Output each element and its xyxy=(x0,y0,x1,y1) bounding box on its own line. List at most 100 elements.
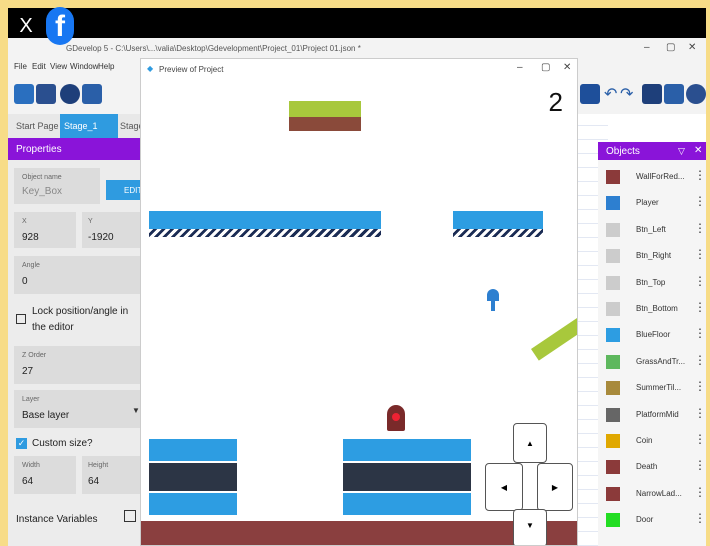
filter-icon[interactable]: ▽ xyxy=(678,146,685,157)
more-options-icon[interactable]: ⋮ xyxy=(694,458,706,472)
menu-file[interactable]: File xyxy=(14,62,27,71)
y-label: Y xyxy=(88,218,93,225)
dpad-down-button[interactable]: ▼ xyxy=(513,509,547,545)
more-options-icon[interactable]: ⋮ xyxy=(694,168,706,182)
tab-stage-1[interactable]: Stage_1 xyxy=(60,114,118,138)
object-thumbnail-icon xyxy=(606,222,620,237)
preview-minimize-icon[interactable]: – xyxy=(517,62,523,73)
close-icon[interactable]: X xyxy=(15,15,37,37)
more-options-icon[interactable]: ⋮ xyxy=(694,432,706,446)
angle-value: 0 xyxy=(22,276,28,287)
object-thumbnail-icon xyxy=(606,328,620,343)
angle-label: Angle xyxy=(22,262,40,269)
object-item[interactable]: Player ⋮ xyxy=(598,190,706,216)
object-item[interactable]: Btn_Left ⋮ xyxy=(598,217,706,243)
objects-panel: Objects ▽ ✕ WallForRed... ⋮ Player ⋮ Btn_Lef… xyxy=(598,142,706,546)
objects-list-icon[interactable] xyxy=(36,84,56,104)
object-item-label: PlatformMid xyxy=(636,409,679,419)
object-item[interactable]: GrassAndTr... ⋮ xyxy=(598,349,706,375)
more-options-icon[interactable]: ⋮ xyxy=(694,353,706,367)
height-value: 64 xyxy=(88,476,100,487)
tilted-grass-platform xyxy=(531,309,577,361)
preview-maximize-icon[interactable]: ▢ xyxy=(541,62,550,73)
project-manager-icon[interactable] xyxy=(14,84,34,104)
more-options-icon[interactable]: ⋮ xyxy=(694,485,706,499)
object-item[interactable]: Btn_Top ⋮ xyxy=(598,270,706,296)
object-item[interactable]: Coin ⋮ xyxy=(598,428,706,454)
dpad-left-button[interactable]: ◀ xyxy=(485,463,523,511)
editor-tabs: Start Page Stage_1 Stage xyxy=(8,114,148,138)
blue-block-left-top xyxy=(149,439,237,461)
object-item-label: Player xyxy=(636,198,659,208)
editor-title: GDevelop 5 - C:\Users\...\valia\Desktop\… xyxy=(66,44,361,53)
object-thumbnail-icon xyxy=(606,275,620,290)
more-options-icon[interactable]: ⋮ xyxy=(694,511,706,525)
blue-block-left-bottom xyxy=(149,493,237,515)
object-item-label: Btn_Left xyxy=(636,224,666,234)
object-item[interactable]: Btn_Right ⋮ xyxy=(598,243,706,269)
blue-platform-left xyxy=(149,211,381,229)
menu-edit[interactable]: Edit xyxy=(32,62,46,71)
minimize-icon[interactable]: – xyxy=(644,42,650,53)
preview-icon[interactable] xyxy=(60,84,80,104)
dpad-up-button[interactable]: ▲ xyxy=(513,423,547,463)
more-options-icon[interactable]: ⋮ xyxy=(694,247,706,261)
z-order-value: 27 xyxy=(22,366,34,377)
properties-header: Properties xyxy=(8,138,148,160)
object-name-label: Object name xyxy=(22,174,62,181)
more-options-icon[interactable]: ⋮ xyxy=(694,194,706,208)
preview-app-icon: ◆ xyxy=(147,64,154,73)
editor-title-bar: GDevelop 5 - C:\Users\...\valia\Desktop\… xyxy=(8,38,706,58)
object-item[interactable]: Btn_Bottom ⋮ xyxy=(598,296,706,322)
layer-label: Layer xyxy=(22,396,40,403)
object-item[interactable]: NarrowLad... ⋮ xyxy=(598,481,706,507)
preview-close-icon[interactable]: ✕ xyxy=(563,62,571,73)
layers-icon[interactable] xyxy=(580,84,600,104)
more-options-icon[interactable]: ⋮ xyxy=(694,326,706,340)
object-item[interactable]: SummerTil... ⋮ xyxy=(598,375,706,401)
enemy-eye xyxy=(392,413,400,421)
dpad-right-button[interactable]: ▶ xyxy=(537,463,573,511)
maximize-icon[interactable]: ▢ xyxy=(666,42,675,53)
object-thumbnail-icon xyxy=(606,460,620,475)
delete-icon[interactable] xyxy=(642,84,662,104)
blue-platform-right xyxy=(453,211,543,229)
more-options-icon[interactable]: ⋮ xyxy=(694,379,706,393)
object-item[interactable]: PlatformMid ⋮ xyxy=(598,402,706,428)
close-objects-icon[interactable]: ✕ xyxy=(694,145,702,156)
object-item-label: Door xyxy=(636,515,654,525)
grid-icon[interactable] xyxy=(664,84,684,104)
menu-view[interactable]: View xyxy=(50,62,67,71)
grass-platform-dirt xyxy=(289,117,361,131)
more-options-icon[interactable]: ⋮ xyxy=(694,274,706,288)
score-counter: 2 xyxy=(548,87,563,117)
lock-checkbox[interactable] xyxy=(16,314,26,324)
undo-icon[interactable]: ↶ xyxy=(604,84,620,104)
objects-title: Objects xyxy=(606,146,640,157)
video-top-bar xyxy=(8,8,706,38)
x-value: 928 xyxy=(22,232,39,243)
object-item[interactable]: WallForRed... ⋮ xyxy=(598,164,706,190)
lock-label: Lock position/angle in the editor xyxy=(32,306,129,333)
facebook-icon: f xyxy=(46,7,74,45)
object-thumbnail-icon xyxy=(606,249,620,264)
more-options-icon[interactable]: ⋮ xyxy=(694,406,706,420)
open-external-icon[interactable] xyxy=(124,510,136,522)
custom-size-checkbox[interactable]: ✓ xyxy=(16,438,27,449)
zoom-icon[interactable] xyxy=(686,84,706,104)
redo-icon[interactable]: ↷ xyxy=(620,84,636,104)
object-item[interactable]: BlueFloor ⋮ xyxy=(598,322,706,348)
player-sprite xyxy=(487,289,499,301)
custom-size-label: Custom size? xyxy=(32,438,93,449)
object-item[interactable]: Door ⋮ xyxy=(598,507,706,533)
menu-window[interactable]: Window xyxy=(70,62,98,71)
tab-start-page[interactable]: Start Page xyxy=(16,121,59,131)
video-frame: GDevelop 5 - C:\Users\...\valia\Desktop\… xyxy=(8,8,706,546)
object-item[interactable]: Death ⋮ xyxy=(598,454,706,480)
menu-help[interactable]: Help xyxy=(98,62,114,71)
debug-icon[interactable] xyxy=(82,84,102,104)
close-window-icon[interactable]: ✕ xyxy=(688,42,696,53)
more-options-icon[interactable]: ⋮ xyxy=(694,300,706,314)
more-options-icon[interactable]: ⋮ xyxy=(694,221,706,235)
layer-value: Base layer xyxy=(22,410,70,421)
